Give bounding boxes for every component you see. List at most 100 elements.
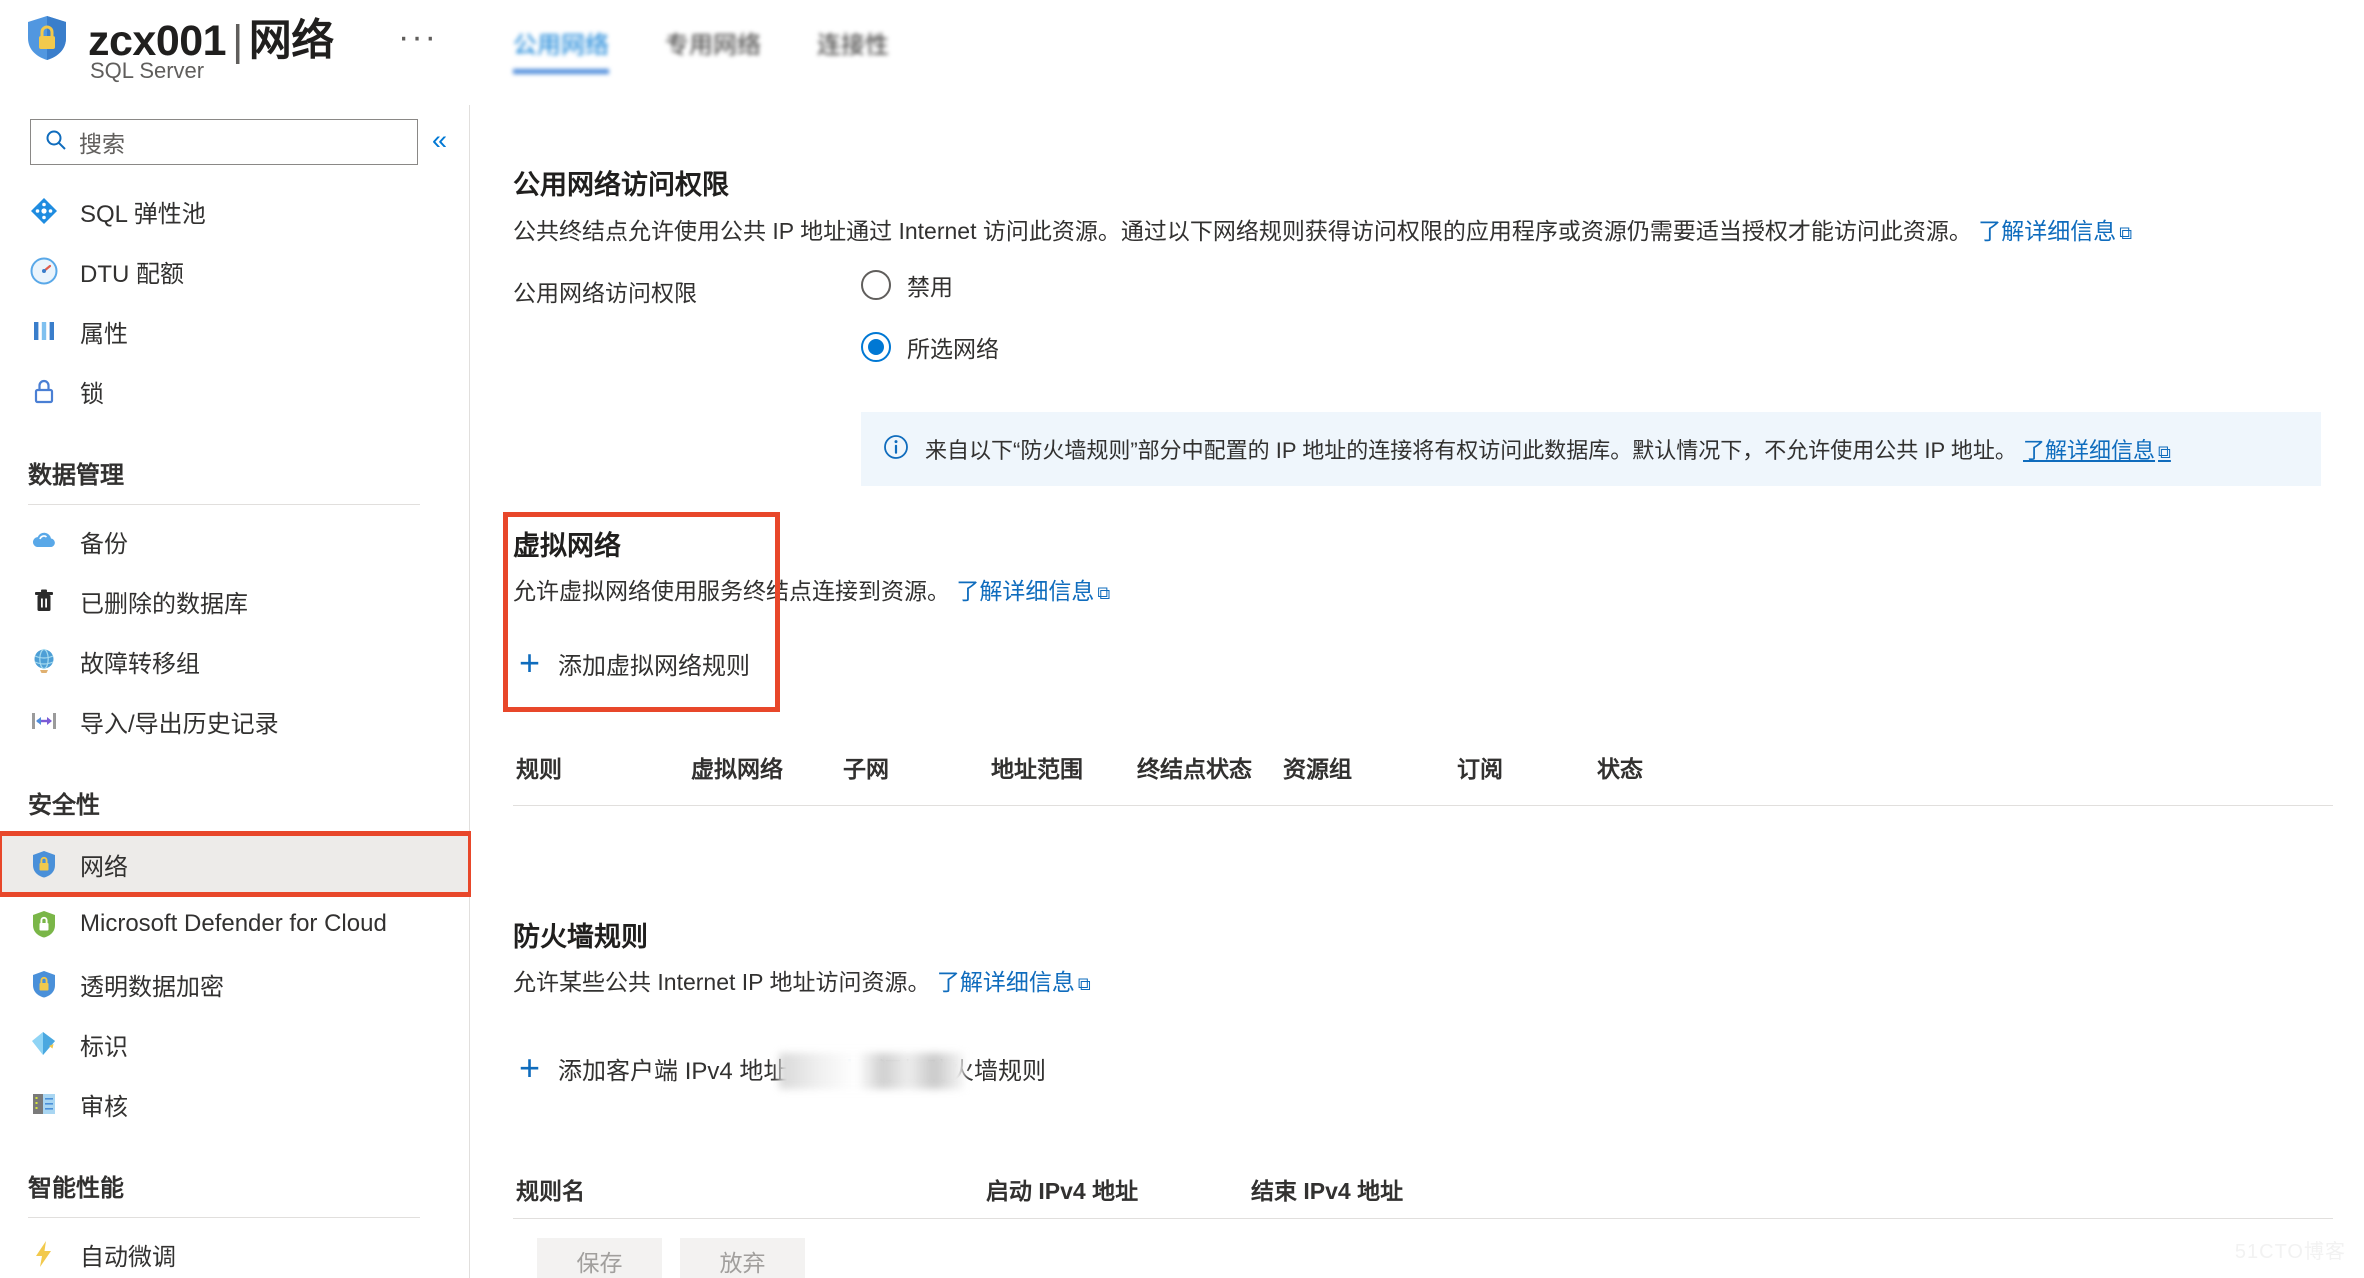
sidebar-item-label: 已删除的数据库 [80,590,248,618]
column-header-resource-group[interactable]: 资源组 [1283,750,1457,784]
more-options-button[interactable]: ··· [398,18,438,57]
virtual-network-learn-more-link[interactable]: 了解详细信息 ⧉ [956,578,1110,604]
public-access-field-label: 公用网络访问权限 [513,280,697,306]
info-banner-learn-more-link[interactable]: 了解详细信息 ⧉ [2023,438,2171,463]
sidebar-group-data-management: 数据管理 [0,421,470,505]
add-client-ipv4-button[interactable]: + 添加客户端 IPv4 地址 [519,1050,787,1086]
main-content: 公用网络 专用网络 连接性 公用网络访问权限 公共终结点允许使用公共 IP 地址… [471,0,2364,1278]
radio-option-selected-networks[interactable]: 所选网络 [861,330,999,364]
sidebar-item-label: 故障转移组 [80,650,200,678]
page-subtitle: SQL Server [90,58,205,83]
tab-public-network[interactable]: 公用网络 [513,25,609,74]
column-header-end-ipv4[interactable]: 结束 IPv4 地址 [1251,1172,1403,1206]
column-header-subnet[interactable]: 子网 [843,750,991,784]
network-shield-icon [28,848,60,880]
add-virtual-network-rule-button[interactable]: + 添加虚拟网络规则 [519,645,750,681]
firewall-table-divider [513,1218,2333,1219]
sidebar-item-automatic-tuning[interactable]: 自动微调 [0,1224,470,1278]
client-ip-blurred-value [779,1053,964,1089]
firewall-learn-more-link[interactable]: 了解详细信息 ⧉ [937,969,1091,995]
page-title-page: 网络 [248,17,335,65]
backup-cloud-icon [28,525,60,557]
plus-icon: + [519,1047,541,1088]
sql-server-shield-icon [24,14,70,62]
sidebar-item-import-export-history[interactable]: 导入/导出历史记录 [0,691,470,751]
sidebar-item-defender-for-cloud[interactable]: Microsoft Defender for Cloud [0,894,470,954]
sidebar-item-deleted-databases[interactable]: 已删除的数据库 [0,571,470,631]
encryption-shield-icon [28,968,60,1000]
trash-icon [28,585,60,617]
identity-icon [28,1028,60,1060]
sidebar-item-backups[interactable]: 备份 [0,511,470,571]
radio-disable-indicator[interactable] [861,270,891,300]
page-header: zcx001 | 网络 ··· SQL Server [0,0,470,105]
sidebar-group-intelligent-performance: 智能性能 [0,1134,470,1218]
firewall-description: 允许某些公共 Internet IP 地址访问资源。 了解详细信息 ⧉ [513,963,1091,997]
column-header-address-range[interactable]: 地址范围 [991,750,1137,784]
public-access-description-text: 公共终结点允许使用公共 IP 地址通过 Internet 访问此资源。通过以下网… [513,218,1972,244]
column-header-status[interactable]: 状态 [1597,750,1643,784]
collapse-sidebar-button[interactable]: « [432,127,447,154]
sidebar-search[interactable]: 搜索 [30,119,418,165]
column-header-rule-name[interactable]: 规则名 [516,1172,986,1206]
info-banner-message: 来自以下“防火墙规则”部分中配置的 IP 地址的连接将有权访问此数据库。默认情况… [925,438,2017,463]
sidebar-item-label: 网络 [80,853,128,881]
virtual-network-description-text: 允许虚拟网络使用服务终结点连接到资源。 [513,578,950,604]
sidebar-item-auditing[interactable]: 审核 [0,1074,470,1134]
public-access-description: 公共终结点允许使用公共 IP 地址通过 Internet 访问此资源。通过以下网… [513,212,2132,246]
sidebar-group-title: 数据管理 [28,462,124,489]
virtual-network-description: 允许虚拟网络使用服务终结点连接到资源。 了解详细信息 ⧉ [513,572,1110,606]
radio-selected-networks-label: 所选网络 [907,336,999,362]
column-header-rule[interactable]: 规则 [516,750,691,784]
sidebar-item-label: 自动微调 [80,1243,176,1271]
info-banner-text: 来自以下“防火墙规则”部分中配置的 IP 地址的连接将有权访问此数据库。默认情况… [925,433,2171,465]
sidebar-item-label: 导入/导出历史记录 [80,710,279,738]
virtual-network-table-divider [513,805,2333,806]
search-input-placeholder[interactable]: 搜索 [79,125,125,159]
virtual-network-title: 虚拟网络 [513,531,621,561]
sidebar-item-label: 透明数据加密 [80,973,224,1001]
public-access-title: 公用网络访问权限 [513,170,729,200]
page-title-separator: | [232,17,243,65]
sidebar-group-title: 安全性 [28,792,100,819]
tab-connectivity[interactable]: 连接性 [817,25,889,74]
discard-button[interactable]: 放弃 [680,1238,805,1278]
sidebar-item-label: Microsoft Defender for Cloud [80,910,387,937]
sidebar-item-label: DTU 配额 [80,260,184,288]
content-tabs: 公用网络 专用网络 连接性 [513,0,889,74]
sidebar-group-divider [28,1217,420,1218]
sidebar-item-networking[interactable]: 网络 [0,831,473,897]
add-client-ipv4-label: 添加客户端 IPv4 地址 [558,1057,788,1085]
column-header-endpoint-status[interactable]: 终结点状态 [1137,750,1283,784]
dtu-quota-icon [28,255,60,287]
tab-private-network[interactable]: 专用网络 [665,25,761,74]
sidebar: 搜索 « SQL 弹性池 DTU 配额 属性 锁 数据管理 备份 已删除的数据库… [0,105,473,1278]
info-circle-icon [883,434,909,465]
virtual-network-table-header: 规则 虚拟网络 子网 地址范围 终结点状态 资源组 订阅 状态 [516,750,2216,784]
radio-option-disable[interactable]: 禁用 [861,268,953,302]
save-button[interactable]: 保存 [537,1238,662,1278]
add-virtual-network-rule-label: 添加虚拟网络规则 [558,652,751,680]
sidebar-item-properties[interactable]: 属性 [0,301,470,361]
sidebar-item-locks[interactable]: 锁 [0,361,470,421]
audit-icon [28,1088,60,1120]
sidebar-group-security: 安全性 [0,751,470,834]
import-export-icon [28,705,60,737]
plus-icon: + [519,642,541,683]
column-header-subscription[interactable]: 订阅 [1457,750,1597,784]
sidebar-item-label: 审核 [80,1093,128,1121]
firewall-table-header: 规则名 启动 IPv4 地址 结束 IPv4 地址 [516,1172,1716,1206]
sidebar-item-label: 标识 [80,1033,128,1061]
watermark: 51CTO博客 [2234,1241,2346,1263]
sidebar-item-failover-groups[interactable]: 故障转移组 [0,631,470,691]
properties-icon [28,315,60,347]
column-header-start-ipv4[interactable]: 启动 IPv4 地址 [986,1172,1251,1206]
sidebar-item-sql-elastic-pool[interactable]: SQL 弹性池 [0,181,470,241]
public-access-learn-more-link[interactable]: 了解详细信息 ⧉ [1978,218,2132,244]
sidebar-item-identity[interactable]: 标识 [0,1014,470,1074]
sidebar-group-divider [28,504,420,505]
sidebar-item-dtu-quota[interactable]: DTU 配额 [0,241,470,301]
sidebar-item-transparent-data-encryption[interactable]: 透明数据加密 [0,954,470,1014]
radio-selected-networks-indicator[interactable] [861,332,891,362]
column-header-virtual-network[interactable]: 虚拟网络 [691,750,843,784]
